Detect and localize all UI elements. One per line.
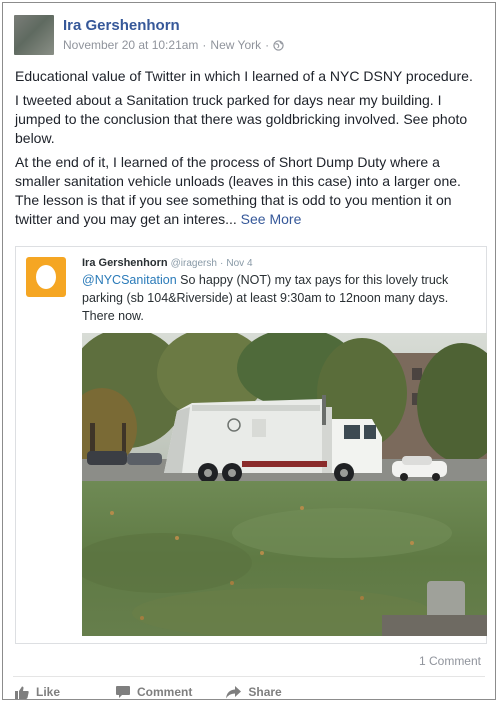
post-meta: November 20 at 10:21am · New York · xyxy=(63,38,284,52)
author-avatar[interactable] xyxy=(14,15,54,55)
globe-icon[interactable] xyxy=(273,39,284,51)
post-paragraph-text: At the end of it, I learned of the proce… xyxy=(15,154,461,227)
tweet-mention-link[interactable]: @NYCSanitation xyxy=(82,273,177,287)
thumbs-up-icon xyxy=(15,686,29,699)
tweet-header: Ira Gershenhorn @iragersh · Nov 4 xyxy=(82,257,253,269)
comment-count[interactable]: 1 Comment xyxy=(419,654,481,668)
share-label: Share xyxy=(248,685,282,699)
share-button[interactable]: Share xyxy=(226,685,282,699)
footer-divider xyxy=(13,676,485,677)
see-more-link[interactable]: See More xyxy=(241,211,302,227)
post-paragraph: I tweeted about a Sanitation truck parke… xyxy=(15,92,468,146)
sanitation-truck-photo[interactable] xyxy=(82,333,487,636)
tweet-text: @NYCSanitation So happy (NOT) my tax pay… xyxy=(82,271,477,325)
tweet-handle[interactable]: @iragersh xyxy=(171,258,217,269)
share-icon xyxy=(226,685,242,698)
like-label: Like xyxy=(36,685,61,699)
comment-icon xyxy=(116,685,131,698)
tweet-date[interactable]: Nov 4 xyxy=(226,258,252,269)
tweet-separator: · xyxy=(219,258,224,269)
facebook-post-card: Ira Gershenhorn November 20 at 10:21am ·… xyxy=(2,2,496,700)
post-paragraph: At the end of it, I learned of the proce… xyxy=(15,153,487,229)
meta-separator: · xyxy=(202,38,207,52)
author-name[interactable]: Ira Gershenhorn xyxy=(63,17,180,34)
post-location[interactable]: New York xyxy=(210,38,261,52)
post-body: Educational value of Twitter in which I … xyxy=(15,67,487,234)
egg-icon xyxy=(36,265,56,289)
post-paragraph: Educational value of Twitter in which I … xyxy=(15,68,473,84)
post-date[interactable]: November 20 at 10:21am xyxy=(63,38,198,52)
like-button[interactable]: Like xyxy=(15,685,60,699)
embedded-tweet[interactable]: Ira Gershenhorn @iragersh · Nov 4 @NYCSa… xyxy=(15,246,487,644)
comment-button[interactable]: Comment xyxy=(116,685,192,699)
comment-label: Comment xyxy=(137,685,193,699)
tweet-author-avatar[interactable] xyxy=(26,257,66,297)
tweet-author-name[interactable]: Ira Gershenhorn xyxy=(82,257,168,269)
meta-separator: · xyxy=(265,38,270,52)
post-actions: Like Comment Share xyxy=(15,685,282,699)
